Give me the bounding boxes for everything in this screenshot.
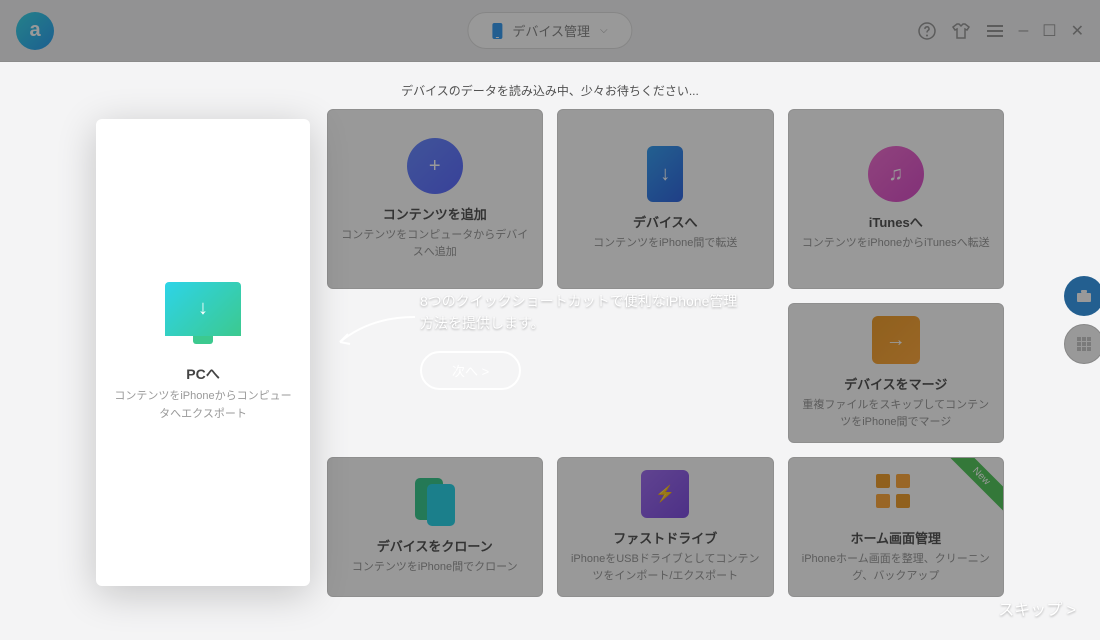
highlight-card-pc[interactable]: ↓ PCへ コンテンツをiPhoneからコンピュータへエクスポート [96,119,310,586]
monitor-icon: ↓ [165,282,241,336]
onboarding-tooltip: 8つのクイックショートカットで便利なiPhone管理方法を提供します。 次へ > [420,290,740,390]
onboard-text: 8つのクイックショートカットで便利なiPhone管理方法を提供します。 [420,290,740,335]
highlight-title: PCへ [186,364,219,384]
next-button[interactable]: 次へ > [420,351,521,390]
highlight-desc: コンテンツをiPhoneからコンピュータへエクスポート [96,384,310,423]
onboard-arrow-icon [330,312,420,352]
skip-button[interactable]: スキップ > [998,596,1076,620]
